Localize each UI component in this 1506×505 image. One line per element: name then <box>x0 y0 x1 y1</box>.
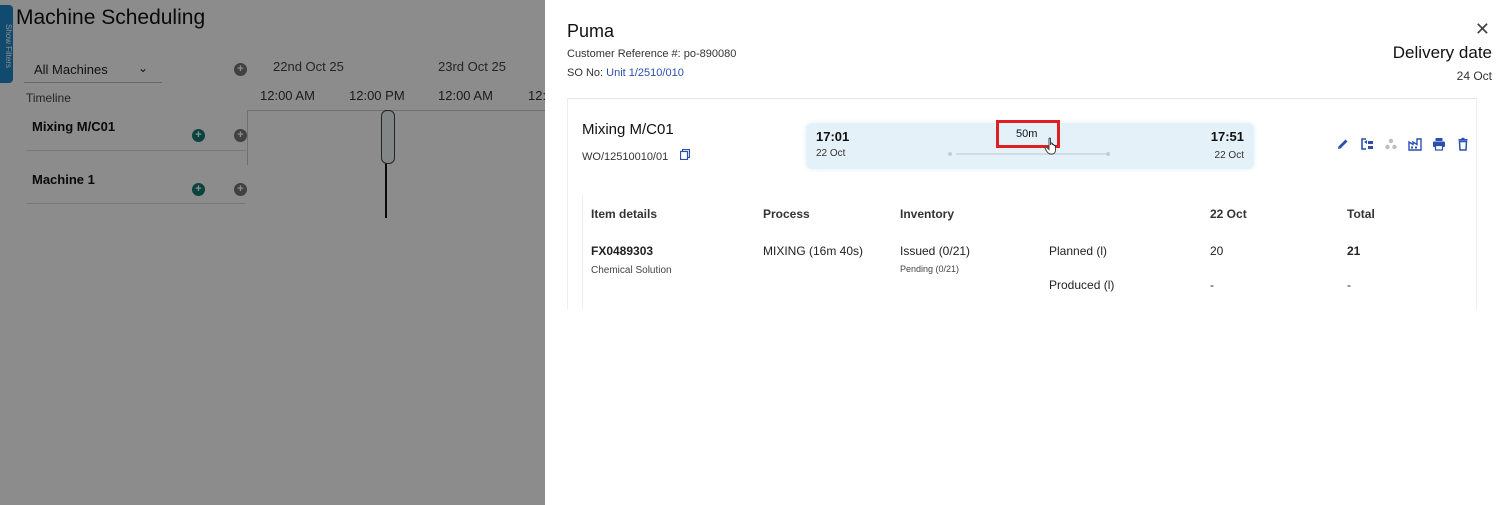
start-date: 22 Oct <box>816 148 846 159</box>
reassign-icon[interactable] <box>1360 137 1374 151</box>
customer-reference: Customer Reference #: po-890080 <box>567 48 736 60</box>
produced-label: Produced (l) <box>1049 278 1115 292</box>
table-header-total: Total <box>1347 207 1375 221</box>
table-header-inventory: Inventory <box>900 207 955 221</box>
timebar-dot <box>948 152 952 156</box>
card-machine-name: Mixing M/C01 <box>582 121 674 138</box>
produced-total-value: - <box>1347 278 1351 292</box>
so-label: SO No: <box>567 67 604 79</box>
item-name: Chemical Solution <box>591 265 672 276</box>
table-header-item-details: Item details <box>591 207 658 221</box>
delete-icon[interactable] <box>1456 137 1470 151</box>
process-value: MIXING (16m 40s) <box>763 244 864 258</box>
table-header-process: Process <box>763 207 810 221</box>
copy-icon[interactable] <box>680 149 690 160</box>
so-value[interactable]: Unit 1/2510/010 <box>606 67 684 79</box>
timebar-dot <box>1106 152 1110 156</box>
work-order-card: Mixing M/C01 WO/12510010/01 17:01 22 Oct… <box>567 98 1477 309</box>
customer-name: Puma <box>567 21 615 41</box>
print-icon[interactable] <box>1432 137 1446 151</box>
planned-day-value: 20 <box>1210 244 1224 258</box>
schedule-timebar[interactable]: 17:01 22 Oct 17:51 22 Oct 50m <box>806 120 1254 169</box>
inventory-issued: Issued (0/21) <box>900 244 971 258</box>
customer-reference-value: po-890080 <box>683 48 737 60</box>
produced-day-value: - <box>1210 278 1214 292</box>
end-date: 22 Oct <box>1214 150 1244 161</box>
planned-label: Planned (l) <box>1049 244 1108 258</box>
inventory-pending: Pending (0/21) <box>900 264 960 274</box>
planned-total-value: 21 <box>1347 244 1361 258</box>
split-icon[interactable] <box>1384 137 1398 151</box>
so-number: SO No: Unit 1/2510/010 <box>567 67 684 79</box>
delivery-date-title: Delivery date <box>1392 43 1492 62</box>
work-order-number: WO/12510010/01 <box>582 151 669 163</box>
timebar-track <box>956 153 1106 155</box>
close-icon[interactable]: ✕ <box>1475 19 1490 40</box>
table-header-date: 22 Oct <box>1210 207 1247 221</box>
item-code: FX0489303 <box>591 244 654 258</box>
item-table <box>582 195 1473 309</box>
customer-reference-label: Customer Reference #: <box>567 48 681 60</box>
edit-icon[interactable] <box>1336 137 1350 151</box>
job-details-drawer: Puma Customer Reference #: po-890080 SO … <box>545 0 1506 505</box>
hand-cursor-icon <box>1044 137 1056 155</box>
start-time: 17:01 <box>816 129 850 144</box>
delivery-date-value: 24 Oct <box>1456 69 1492 83</box>
end-time: 17:51 <box>1210 129 1244 144</box>
factory-icon[interactable] <box>1408 137 1422 151</box>
